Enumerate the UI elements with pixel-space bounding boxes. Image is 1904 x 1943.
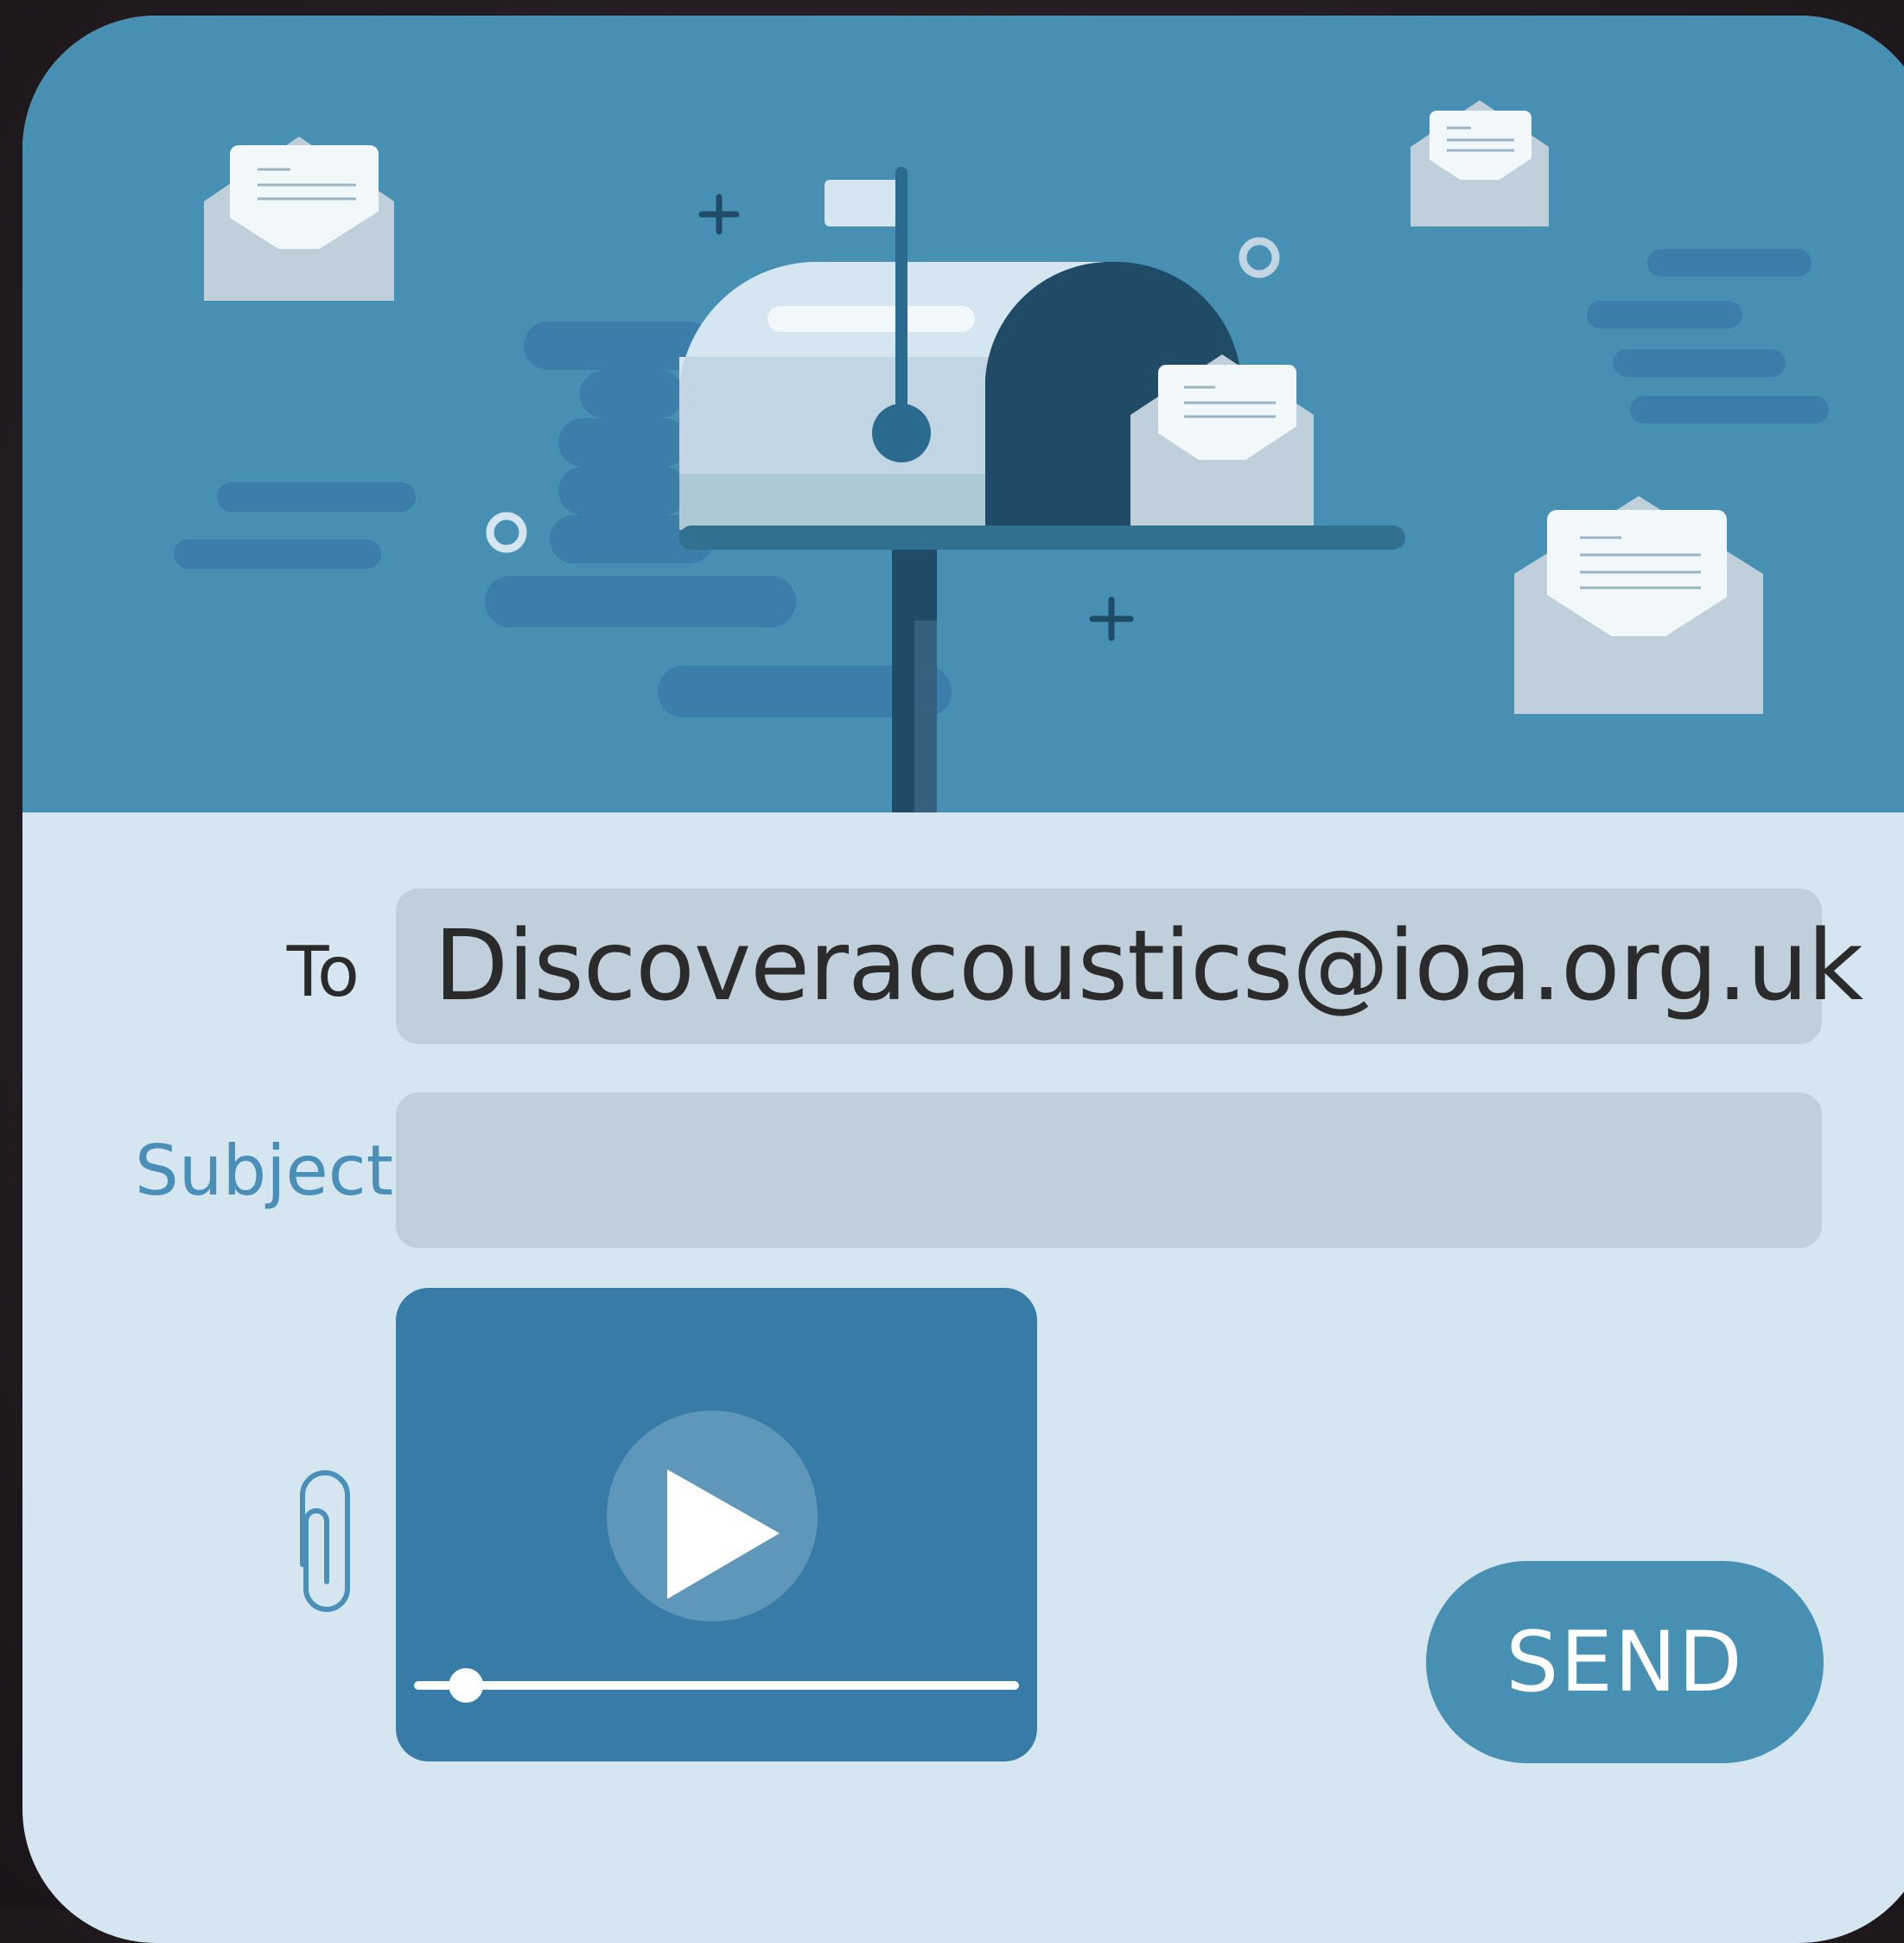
to-field[interactable]: Discoveracoustics@ioa.org.uk [396, 889, 1863, 1044]
to-value: Discoveracoustics@ioa.org.uk [434, 910, 1863, 1022]
video-attachment[interactable] [396, 1288, 1037, 1761]
subject-field[interactable] [396, 1093, 1822, 1248]
compose-card: To Discoveracoustics@ioa.org.uk Subject … [22, 16, 1904, 1943]
video-scrubber [449, 1668, 484, 1703]
paperclip-icon[interactable] [292, 1461, 361, 1620]
send-button[interactable]: SEND [1426, 1561, 1824, 1763]
mailbox-illustration [22, 16, 1904, 812]
to-label: To [286, 932, 360, 1012]
subject-label: Subject [135, 1131, 394, 1211]
